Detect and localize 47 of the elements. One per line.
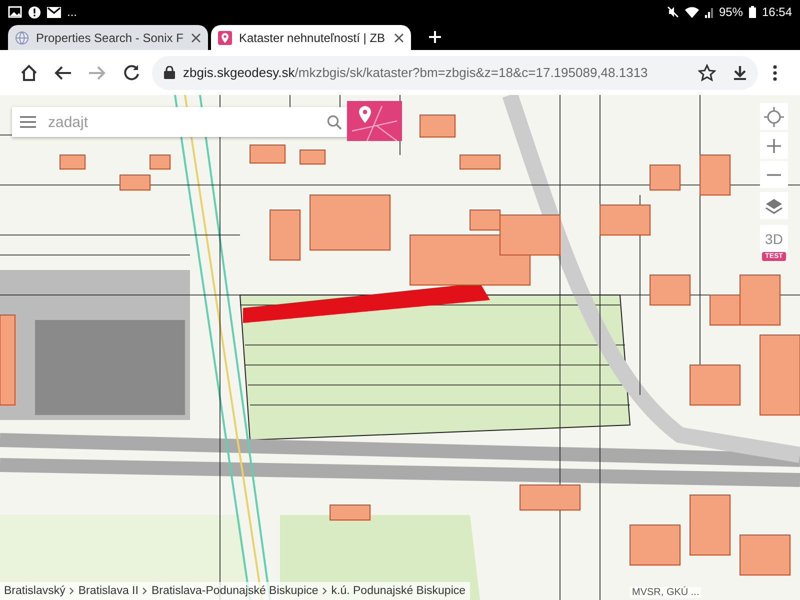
star-icon[interactable] [698, 64, 716, 82]
close-icon[interactable] [191, 32, 201, 42]
battery-icon [748, 6, 756, 18]
mail-icon [47, 6, 61, 18]
address-field[interactable]: zbgis.skgeodesy.sk/mkzbgis/sk/kataster?bm=zbgis&z=18&c=17.195089,48.1313 [152, 56, 758, 90]
reload-icon[interactable] [122, 64, 140, 81]
chevron-icon [322, 587, 328, 595]
back-icon[interactable] [54, 64, 72, 80]
plus-icon [767, 138, 781, 152]
breadcrumb-link[interactable]: Bratislavský [4, 585, 66, 597]
locate-button[interactable] [760, 103, 788, 130]
wifi-icon [684, 6, 699, 18]
menu-icon[interactable] [20, 116, 36, 128]
alert-icon [28, 6, 41, 18]
lock-icon [164, 66, 175, 79]
new-tab-icon[interactable] [428, 30, 442, 44]
minus-icon [767, 174, 781, 176]
close-icon[interactable] [394, 32, 404, 42]
breadcrumb-link[interactable]: k.ú. Podunajské Biskupice [331, 585, 466, 597]
chevron-icon [69, 587, 74, 595]
layers-icon [765, 198, 783, 214]
map-pin-icon [218, 30, 232, 44]
signal-icon [704, 6, 713, 18]
battery-percent: 95% [718, 5, 743, 19]
map-pin-logo-icon[interactable] [347, 101, 402, 141]
more-notifications: ... [67, 5, 78, 19]
globe-icon [15, 30, 29, 44]
download-icon[interactable] [732, 64, 748, 80]
image-icon [8, 6, 22, 18]
map-attribution: MVSR, GKÚ ... [630, 587, 702, 598]
mute-icon [666, 6, 679, 18]
chevron-icon [142, 587, 148, 595]
menu-icon[interactable] [773, 64, 777, 80]
locate-icon [764, 106, 784, 126]
zoom-in-button[interactable] [760, 132, 788, 159]
search-bar[interactable]: zadajt [12, 107, 350, 137]
3d-button[interactable]: 3D [760, 225, 788, 252]
browser-tab[interactable]: Properties Search - Sonix F [8, 25, 208, 50]
search-icon[interactable] [327, 114, 342, 130]
browser-tab[interactable]: Kataster nehnuteľností | ZB [211, 25, 411, 50]
cadastral-map-drawing[interactable] [0, 95, 800, 600]
search-field[interactable]: zadajt [46, 112, 317, 132]
home-icon[interactable] [20, 64, 38, 82]
breadcrumb-link[interactable]: Bratislava II [78, 585, 138, 597]
clock-time: 16:54 [762, 5, 792, 19]
breadcrumb-link[interactable]: Bratislava-Podunajské Biskupice [151, 585, 318, 597]
layers-button[interactable] [760, 192, 788, 219]
